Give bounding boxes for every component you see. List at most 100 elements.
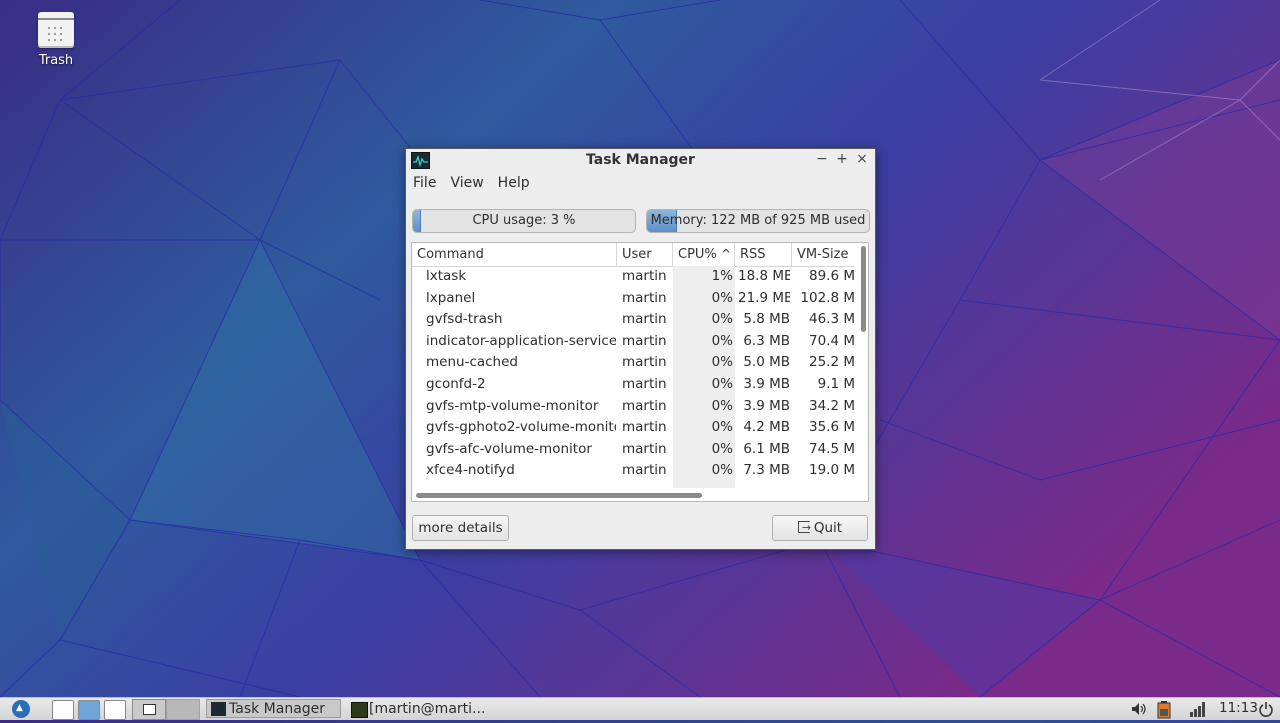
cell-command: lxtask (426, 268, 467, 284)
cell-rss: 7.3 MB (743, 462, 790, 479)
cell-user: martin (622, 419, 667, 436)
minimize-button[interactable]: − (815, 151, 829, 167)
start-menu-button[interactable] (10, 698, 32, 718)
cell-rss: 21.9 MB (738, 289, 790, 306)
cell-vmsize: 74.5 M (809, 440, 855, 457)
cell-user: martin (622, 268, 667, 284)
cpu-usage-meter: CPU usage: 3 % (412, 209, 636, 233)
cell-vmsize: 25.2 M (809, 354, 855, 371)
cell-user: martin (622, 332, 667, 349)
taskbar-task-manager[interactable]: Task Manager (206, 699, 341, 718)
table-row[interactable]: gvfsd-trash martin 0% 5.8 MB 46.3 M (412, 309, 855, 331)
cell-cpu: 0% (711, 419, 733, 436)
show-desktop-icon[interactable] (104, 700, 126, 720)
taskbar-task-manager-label: Task Manager (229, 701, 326, 717)
menu-file[interactable]: File (413, 175, 436, 191)
table-row[interactable]: xfce4-notifyd martin 0% 7.3 MB 19.0 M (412, 460, 855, 482)
cell-user: martin (622, 397, 667, 414)
cell-cpu: 0% (711, 376, 733, 392)
cell-vmsize: 102.8 M (800, 289, 855, 306)
cell-command: gvfs-gphoto2-volume-monitor (426, 419, 616, 436)
cell-cpu: 0% (711, 332, 733, 349)
table-row[interactable]: gconfd-2 martin 0% 3.9 MB 9.1 M (412, 374, 855, 396)
column-header-user[interactable]: User (617, 243, 673, 266)
network-signal-icon[interactable] (1189, 701, 1207, 717)
terminal-icon (351, 702, 368, 718)
desktop-trash-icon[interactable]: Trash (22, 8, 90, 68)
web-browser-launcher-icon[interactable] (78, 700, 100, 720)
taskbar-clock[interactable]: 11:13 (1219, 699, 1258, 718)
maximize-button[interactable]: + (835, 151, 849, 167)
menu-help[interactable]: Help (498, 175, 530, 191)
table-row[interactable]: gvfs-gphoto2-volume-monitor martin 0% 4.2 M… (412, 417, 855, 439)
process-list: lxtask martin 1% 18.8 MB 89.6 M lxpanel martin… (412, 266, 855, 488)
cell-user: martin (622, 376, 667, 392)
process-table: Command User CPU% ^ RSS VM-Size lxtask ma… (411, 242, 869, 502)
column-header-rss[interactable]: RSS (735, 243, 792, 266)
cell-cpu: 0% (711, 462, 733, 479)
table-row[interactable]: gvfs-afc-volume-monitor martin 0% 6.1 MB 74.… (412, 439, 855, 461)
cell-rss: 5.8 MB (743, 311, 790, 328)
cell-rss: 3.9 MB (743, 376, 790, 392)
table-row[interactable]: lxtask martin 1% 18.8 MB 89.6 M (412, 266, 855, 288)
cell-vmsize: 35.6 M (809, 419, 855, 436)
column-header-command[interactable]: Command (412, 243, 617, 266)
workspace-2-button[interactable] (166, 699, 200, 720)
cell-cpu: 0% (711, 311, 733, 328)
cell-cpu: 0% (711, 354, 733, 371)
task-manager-window: Task Manager − + × File View Help CPU us… (405, 148, 876, 550)
cell-command: xfce4-notifyd (426, 462, 515, 479)
cell-cpu: 1% (711, 268, 733, 284)
cell-cpu: 0% (711, 289, 733, 306)
cell-rss: 3.9 MB (743, 397, 790, 414)
cell-cpu: 0% (711, 440, 733, 457)
cell-vmsize: 34.2 M (809, 397, 855, 414)
quit-button[interactable]: Quit (772, 515, 868, 541)
start-menu-icon (12, 700, 30, 718)
column-header-cpu[interactable]: CPU% ^ (673, 243, 735, 266)
cell-cpu: 0% (711, 397, 733, 414)
cell-user: martin (622, 289, 667, 306)
battery-icon[interactable] (1157, 701, 1171, 719)
cell-command: gconfd-2 (426, 376, 486, 392)
table-row[interactable]: gvfs-mtp-volume-monitor martin 0% 3.9 MB 34.… (412, 396, 855, 418)
cell-rss: 6.3 MB (743, 332, 790, 349)
quit-label: Quit (813, 520, 843, 536)
menu-view[interactable]: View (450, 175, 483, 191)
window-title: Task Manager (586, 152, 695, 168)
horizontal-scrollbar[interactable] (416, 493, 702, 498)
file-manager-launcher-icon[interactable] (52, 700, 74, 720)
table-row[interactable]: lxpanel martin 0% 21.9 MB 102.8 M (412, 288, 855, 310)
cell-user: martin (622, 354, 667, 371)
column-header-vmsize[interactable]: VM-Size (792, 243, 855, 266)
cell-vmsize: 46.3 M (809, 311, 855, 328)
cell-command: menu-cached (426, 354, 518, 371)
cpu-usage-label: CPU usage: 3 % (472, 213, 576, 228)
taskbar: Task Manager [martin@marti... 11:13 (0, 697, 1280, 720)
cell-rss: 6.1 MB (743, 440, 790, 457)
memory-usage-meter: Memory: 122 MB of 925 MB used (646, 209, 870, 233)
menubar: File View Help (406, 171, 875, 195)
trash-icon (38, 12, 74, 48)
cell-vmsize: 70.4 M (809, 332, 855, 349)
more-details-button[interactable]: more details (412, 515, 509, 541)
table-header: Command User CPU% ^ RSS VM-Size (412, 243, 855, 267)
workspace-1-button[interactable] (132, 699, 166, 720)
table-row[interactable]: indicator-application-service martin 0% 6.3… (412, 331, 855, 353)
task-manager-icon (211, 702, 226, 716)
window-titlebar[interactable]: Task Manager − + × (406, 149, 875, 171)
sort-ascending-icon: ^ (720, 247, 731, 261)
cpu-header-label: CPU% (678, 247, 717, 262)
taskbar-terminal[interactable]: [martin@marti... (346, 699, 486, 718)
cell-vmsize: 19.0 M (809, 462, 855, 479)
cell-command: gvfs-afc-volume-monitor (426, 440, 592, 457)
cell-user: martin (622, 440, 667, 457)
table-row[interactable]: menu-cached martin 0% 5.0 MB 25.2 M (412, 352, 855, 374)
cell-rss: 18.8 MB (738, 268, 790, 284)
cell-rss: 4.2 MB (743, 419, 790, 436)
close-button[interactable]: × (855, 151, 869, 167)
memory-usage-label: Memory: 122 MB of 925 MB used (650, 213, 866, 228)
volume-icon[interactable] (1130, 701, 1148, 717)
vertical-scrollbar[interactable] (861, 246, 866, 332)
power-icon[interactable] (1258, 701, 1274, 717)
